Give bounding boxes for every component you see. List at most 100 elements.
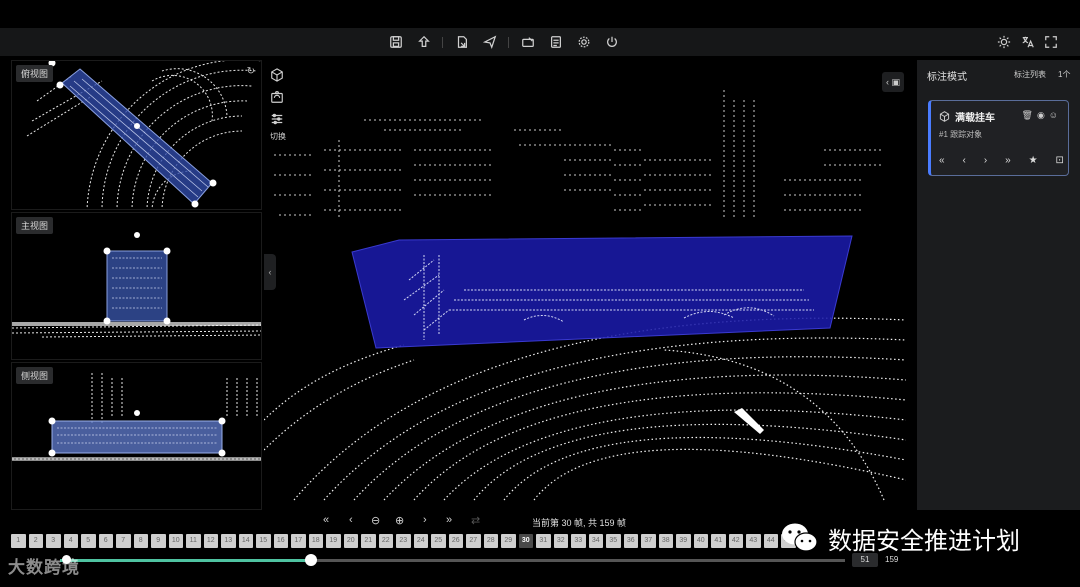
frame-cell[interactable]: 17: [291, 534, 306, 548]
annotation-list-tab[interactable]: 标注列表: [1014, 69, 1046, 80]
play-forward-button[interactable]: ⊕: [395, 514, 404, 527]
settings-icon[interactable]: [576, 34, 592, 50]
frame-cell[interactable]: 14: [238, 534, 253, 548]
frame-cell[interactable]: 9: [151, 534, 166, 548]
power-icon[interactable]: [604, 34, 620, 50]
image-toggle-button[interactable]: ‹ ▣: [882, 72, 904, 92]
export-icon[interactable]: [454, 34, 470, 50]
brightness-icon[interactable]: [996, 34, 1012, 50]
cube-icon: [939, 109, 950, 122]
play-back-button[interactable]: ⊖: [371, 514, 380, 527]
frame-cell[interactable]: 19: [326, 534, 341, 548]
frame-cell[interactable]: 23: [396, 534, 411, 548]
frame-cell[interactable]: 26: [448, 534, 463, 548]
frame-cell[interactable]: 24: [413, 534, 428, 548]
prev-frame-icon[interactable]: ‹: [963, 155, 966, 166]
frame-cell[interactable]: 35: [606, 534, 621, 548]
frame-cell[interactable]: 37: [641, 534, 656, 548]
user-icon[interactable]: ☺: [1049, 110, 1062, 120]
frame-cell[interactable]: 41: [711, 534, 726, 548]
frame-cell[interactable]: 29: [501, 534, 516, 548]
frame-cell[interactable]: 32: [553, 534, 568, 548]
frame-cell[interactable]: 8: [133, 534, 148, 548]
frame-cell[interactable]: 6: [98, 534, 113, 548]
front-view-panel[interactable]: 主视图: [11, 212, 262, 360]
frame-cell[interactable]: 7: [116, 534, 131, 548]
frame-cell[interactable]: 15: [256, 534, 271, 548]
frame-cell[interactable]: 30: [518, 534, 533, 548]
upload-icon[interactable]: [416, 34, 432, 50]
frame-cell[interactable]: 16: [273, 534, 288, 548]
next-frame-icon[interactable]: ›: [984, 155, 987, 166]
main-view-tools: 切换: [268, 66, 288, 142]
frame-cell[interactable]: 3: [46, 534, 61, 548]
collapse-left-panel-button[interactable]: ‹: [264, 254, 276, 290]
frame-cell[interactable]: 34: [588, 534, 603, 548]
frame-cell[interactable]: 27: [466, 534, 481, 548]
frame-status: 当前第 30 帧, 共 159 帧: [532, 518, 627, 528]
frame-total: 159: [885, 555, 899, 564]
frame-slider-knob[interactable]: [305, 554, 318, 566]
wechat-icon: [782, 523, 818, 552]
frame-cell[interactable]: 22: [378, 534, 393, 548]
save-icon[interactable]: [388, 34, 404, 50]
first-frame-button[interactable]: «: [323, 514, 329, 526]
frame-cell[interactable]: 18: [308, 534, 323, 548]
frame-cell[interactable]: 11: [186, 534, 201, 548]
frame-slider[interactable]: [60, 559, 845, 562]
first-frame-icon[interactable]: «: [939, 155, 945, 166]
front-view-label: 主视图: [16, 217, 54, 234]
frame-cell[interactable]: 12: [203, 534, 218, 548]
frame-cell[interactable]: 31: [536, 534, 551, 548]
star-icon[interactable]: ★: [1029, 155, 1038, 166]
eye-icon[interactable]: ◉: [1037, 110, 1049, 120]
watermark-right-text: 数据安全推进计划: [828, 526, 1020, 555]
document-icon[interactable]: [548, 34, 564, 50]
switch-label[interactable]: 切换: [268, 131, 288, 142]
watermark-left: 大数跨境: [8, 558, 80, 577]
sliders-icon[interactable]: [268, 110, 286, 128]
frame-cell[interactable]: 28: [483, 534, 498, 548]
frame-cell[interactable]: 10: [168, 534, 183, 548]
frame-cell[interactable]: 1: [11, 534, 26, 548]
watermark-right: 数据安全推进计划: [780, 521, 1020, 555]
toolbar-divider: [508, 37, 509, 48]
last-frame-icon[interactable]: »: [1005, 155, 1011, 166]
frame-cell[interactable]: 25: [431, 534, 446, 548]
frame-cell[interactable]: 40: [693, 534, 708, 548]
frame-cell[interactable]: 39: [676, 534, 691, 548]
camera-rotate-icon[interactable]: [268, 88, 286, 106]
annotation-mode-title: 标注模式: [927, 72, 967, 83]
top-view-panel[interactable]: 俯视图 ↻: [11, 60, 262, 210]
next-frame-button[interactable]: ›: [423, 514, 427, 526]
side-view-panel[interactable]: 侧视图: [11, 362, 262, 510]
top-view-label: 俯视图: [16, 65, 54, 82]
frame-cell[interactable]: 36: [623, 534, 638, 548]
frame-cell[interactable]: 33: [571, 534, 586, 548]
frame-cell[interactable]: 43: [746, 534, 761, 548]
frame-cell[interactable]: 5: [81, 534, 96, 548]
translate-icon[interactable]: [1020, 34, 1036, 50]
frame-cell[interactable]: 44: [763, 534, 778, 548]
frame-cell[interactable]: 13: [221, 534, 236, 548]
loop-icon[interactable]: ⇄: [471, 514, 480, 527]
frame-cell[interactable]: 38: [658, 534, 673, 548]
frame-cell[interactable]: 21: [361, 534, 376, 548]
edit-icon[interactable]: ⊡: [1056, 155, 1064, 166]
cube-icon[interactable]: [268, 66, 286, 84]
frame-cell[interactable]: 42: [728, 534, 743, 548]
main-3d-view[interactable]: [264, 60, 906, 510]
fullscreen-icon[interactable]: [1043, 34, 1059, 50]
send-icon[interactable]: [482, 34, 498, 50]
frame-cell[interactable]: 2: [28, 534, 43, 548]
delete-icon[interactable]: 🗑: [1022, 110, 1037, 120]
main-pointcloud: [264, 90, 906, 501]
annotation-card[interactable]: 满载挂车 🗑◉☺ #1 跟踪对象 « ‹ › » ★ ⊡: [928, 100, 1069, 176]
annotate-icon[interactable]: [520, 34, 536, 50]
orthographic-views: 俯视图 ↻ 主视图 侧视图: [11, 60, 262, 510]
refresh-icon[interactable]: ↻: [247, 66, 255, 77]
frame-cell[interactable]: 20: [343, 534, 358, 548]
frame-cell[interactable]: 4: [63, 534, 78, 548]
last-frame-button[interactable]: »: [446, 514, 452, 526]
prev-frame-button[interactable]: ‹: [349, 514, 353, 526]
